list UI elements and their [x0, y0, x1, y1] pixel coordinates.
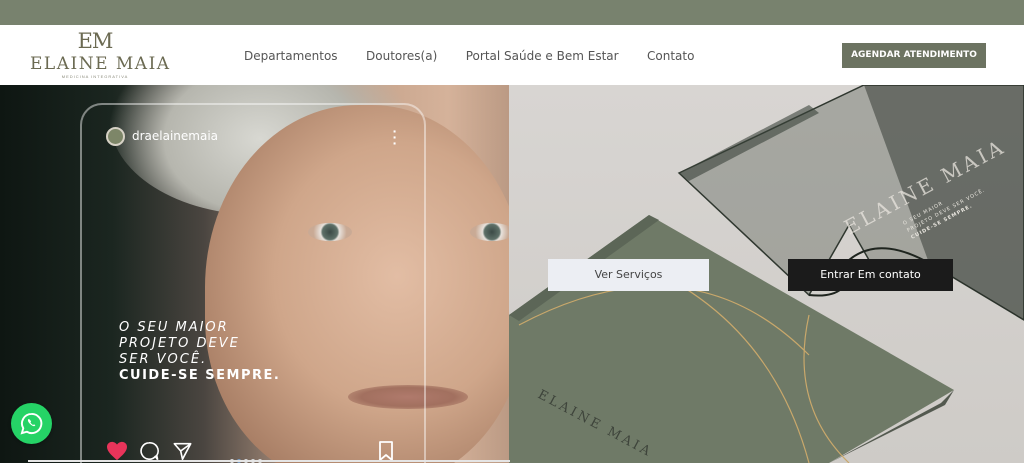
top-bar	[0, 0, 1024, 25]
instagram-post-frame	[80, 103, 426, 463]
view-services-button[interactable]: Ver Serviços	[548, 259, 709, 291]
nav-item-portal[interactable]: Portal Saúde e Bem Estar	[466, 47, 619, 65]
site-header: EM ELAINE MAIA MEDICINA INTEGRATIVA Depa…	[0, 25, 1024, 85]
quote-line-1: O SEU MAIOR	[119, 320, 229, 335]
get-in-touch-button[interactable]: Entrar Em contato	[788, 259, 953, 291]
send-icon[interactable]	[172, 441, 193, 461]
nav-item-departamentos[interactable]: Departamentos	[244, 47, 338, 65]
logo-monogram: EM	[77, 29, 114, 53]
nav-item-doutores[interactable]: Doutores(a)	[366, 47, 437, 65]
main-nav: Departamentos Doutores(a) Portal Saúde e…	[244, 47, 718, 65]
quote-line-2: PROJETO DEVE	[119, 336, 240, 351]
heart-icon[interactable]	[106, 441, 128, 461]
schedule-appointment-button[interactable]: AGENDAR ATENDIMENTO	[842, 43, 986, 68]
whatsapp-button[interactable]	[11, 403, 52, 444]
quote-line-3: SER VOCÊ.	[119, 352, 208, 367]
instagram-avatar[interactable]	[106, 127, 125, 146]
right-eye	[470, 223, 509, 241]
whatsapp-icon	[20, 412, 43, 435]
brand-logo[interactable]: EM ELAINE MAIA MEDICINA INTEGRATIVA	[30, 29, 171, 81]
quote-emphasis: CUIDE-SE SEMPRE.	[119, 368, 281, 383]
scroll-indicator	[28, 460, 510, 462]
nav-item-contato[interactable]: Contato	[647, 47, 694, 65]
logo-tagline: MEDICINA INTEGRATIVA	[61, 74, 129, 79]
kebab-icon[interactable]: · · ·	[392, 124, 398, 150]
bookmark-icon[interactable]	[378, 441, 394, 461]
logo-wordmark: ELAINE MAIA	[30, 54, 171, 74]
carousel-dots	[230, 450, 275, 463]
hero-quote: O SEU MAIOR PROJETO DEVE SER VOCÊ. CUIDE…	[119, 320, 280, 384]
instagram-username[interactable]: draelainemaia	[132, 128, 218, 144]
comment-icon[interactable]	[139, 441, 159, 461]
